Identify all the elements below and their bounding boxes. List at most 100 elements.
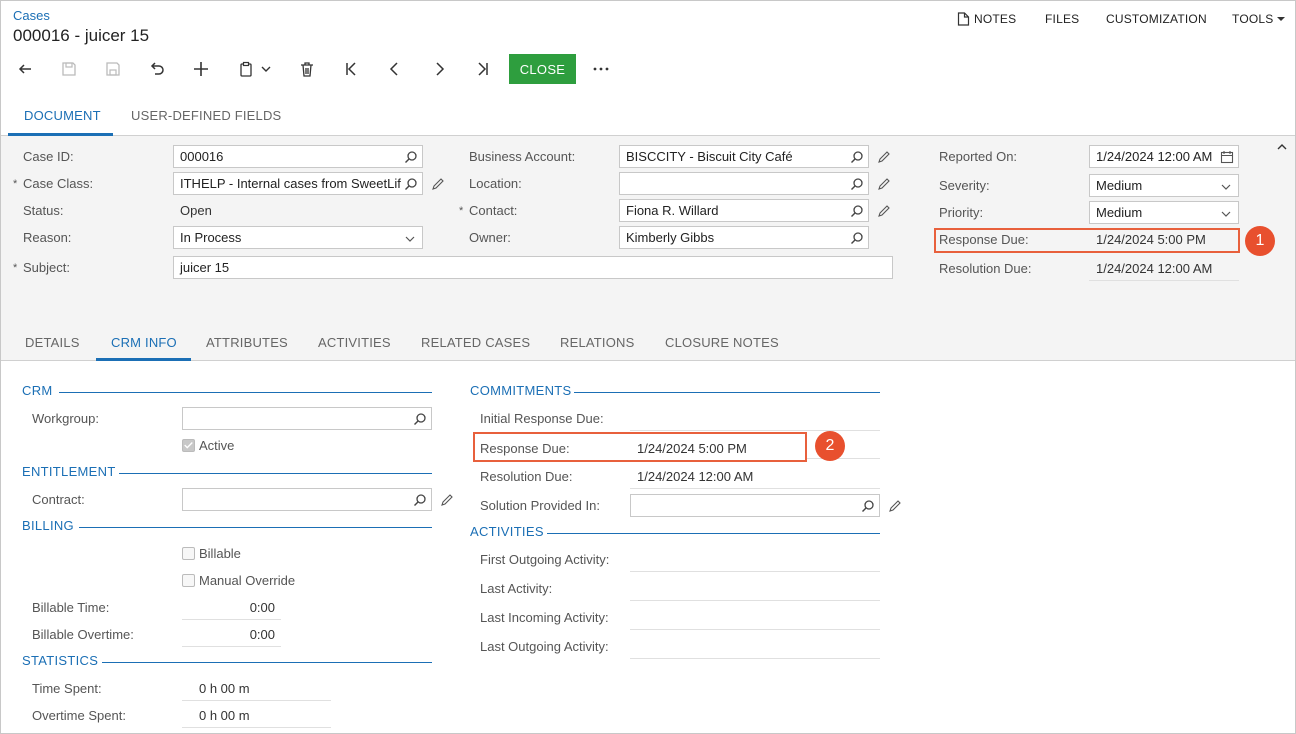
reason-label: Reason: <box>23 230 72 245</box>
search-icon[interactable] <box>850 150 864 164</box>
search-icon[interactable] <box>850 204 864 218</box>
tab-relations[interactable]: RELATIONS <box>560 335 635 350</box>
tools-button[interactable]: TOOLS <box>1232 12 1286 26</box>
subject-value: juicer 15 <box>180 260 230 275</box>
tab-details[interactable]: DETAILS <box>25 335 80 350</box>
customization-label: CUSTOMIZATION <box>1106 12 1207 26</box>
collapse-chevron-up-icon[interactable] <box>1277 142 1287 152</box>
business-account-field[interactable]: BISCCITY - Biscuit City Café <box>619 145 869 168</box>
last-outgoing-activity-label: Last Outgoing Activity: <box>480 639 609 654</box>
billing-section-title: BILLING <box>22 518 74 533</box>
undo-button[interactable] <box>144 57 170 81</box>
previous-record-button[interactable] <box>382 57 408 81</box>
workgroup-field[interactable] <box>182 407 432 430</box>
owner-field[interactable]: Kimberly Gibbs <box>619 226 869 249</box>
subject-label: Subject: <box>23 260 70 275</box>
first-record-button[interactable] <box>338 57 364 81</box>
edit-pencil-icon[interactable] <box>877 204 891 218</box>
search-icon[interactable] <box>404 177 418 191</box>
case-class-field[interactable]: ITHELP - Internal cases from SweetLif <box>173 172 423 195</box>
customization-button[interactable]: CUSTOMIZATION <box>1106 12 1207 26</box>
entitlement-section-title: ENTITLEMENT <box>22 464 116 479</box>
notes-label: NOTES <box>974 12 1017 26</box>
commitments-response-due-value: 1/24/2024 5:00 PM <box>637 441 747 456</box>
reported-on-label: Reported On: <box>939 149 1018 164</box>
case-id-value: 000016 <box>180 149 224 164</box>
search-icon[interactable] <box>413 493 427 507</box>
reason-value: In Process <box>180 230 242 245</box>
initial-response-due-label: Initial Response Due: <box>480 411 604 426</box>
priority-select[interactable]: Medium <box>1089 201 1239 224</box>
section-divider <box>119 473 432 474</box>
next-record-button[interactable] <box>426 57 452 81</box>
case-id-field[interactable]: 000016 <box>173 145 423 168</box>
location-field[interactable] <box>619 172 869 195</box>
priority-label: Priority: <box>939 205 984 220</box>
save-close-icon <box>62 62 76 76</box>
edit-pencil-icon[interactable] <box>888 499 902 513</box>
contract-field[interactable] <box>182 488 432 511</box>
breadcrumb[interactable]: Cases <box>13 8 50 23</box>
field-underline <box>630 571 880 572</box>
field-underline <box>182 700 331 701</box>
edit-pencil-icon[interactable] <box>877 177 891 191</box>
calendar-icon[interactable] <box>1220 150 1234 164</box>
delete-button[interactable] <box>294 57 320 81</box>
crm-section-title: CRM <box>22 383 53 398</box>
tab-attributes[interactable]: ATTRIBUTES <box>206 335 288 350</box>
edit-pencil-icon[interactable] <box>431 177 445 191</box>
search-icon[interactable] <box>850 177 864 191</box>
notes-button[interactable]: NOTES <box>957 12 1016 26</box>
reason-select[interactable]: In Process <box>173 226 423 249</box>
search-icon[interactable] <box>404 150 418 164</box>
save-close-button[interactable] <box>56 57 82 81</box>
tab-activities[interactable]: ACTIVITIES <box>318 335 391 350</box>
chevron-left-icon <box>389 62 398 76</box>
add-button[interactable] <box>188 57 214 81</box>
tab-crm-info[interactable]: CRM INFO <box>111 335 177 350</box>
solution-provided-label: Solution Provided In: <box>480 498 600 513</box>
tab-document[interactable]: DOCUMENT <box>24 108 101 123</box>
owner-value: Kimberly Gibbs <box>626 230 715 245</box>
owner-label: Owner: <box>469 230 511 245</box>
ellipsis-icon <box>593 67 609 71</box>
files-button[interactable]: FILES <box>1045 12 1079 26</box>
billable-overtime-value[interactable]: 0:00 <box>182 627 275 642</box>
manual-override-checkbox[interactable] <box>182 574 195 587</box>
more-actions-button[interactable] <box>588 57 614 81</box>
tab-related-cases[interactable]: RELATED CASES <box>421 335 530 350</box>
section-divider <box>547 533 880 534</box>
reported-on-field[interactable]: 1/24/2024 12:00 AM <box>1089 145 1239 168</box>
edit-pencil-icon[interactable] <box>440 493 454 507</box>
manual-override-label: Manual Override <box>199 573 296 588</box>
commitments-resolution-due-label: Resolution Due: <box>480 469 573 484</box>
active-checkbox[interactable] <box>182 439 195 452</box>
field-underline <box>182 727 331 728</box>
severity-select[interactable]: Medium <box>1089 174 1239 197</box>
search-icon[interactable] <box>413 412 427 426</box>
contact-field[interactable]: Fiona R. Willard <box>619 199 869 222</box>
save-button[interactable] <box>100 57 126 81</box>
back-button[interactable] <box>12 57 38 81</box>
close-case-button[interactable]: CLOSE <box>509 54 576 84</box>
section-divider <box>79 527 432 528</box>
billable-time-value[interactable]: 0:00 <box>182 600 275 615</box>
solution-provided-field[interactable] <box>630 494 880 517</box>
search-icon[interactable] <box>861 499 875 513</box>
tab-closure-notes[interactable]: CLOSURE NOTES <box>665 335 779 350</box>
billable-checkbox[interactable] <box>182 547 195 560</box>
last-icon <box>478 62 488 76</box>
search-icon[interactable] <box>850 231 864 245</box>
edit-pencil-icon[interactable] <box>877 150 891 164</box>
field-underline <box>182 619 281 620</box>
activities-section-title: ACTIVITIES <box>470 524 544 539</box>
copy-paste-button[interactable] <box>232 57 276 81</box>
subject-field[interactable]: juicer 15 <box>173 256 893 279</box>
billable-overtime-label: Billable Overtime: <box>32 627 134 642</box>
tab-user-defined-fields[interactable]: USER-DEFINED FIELDS <box>131 108 281 123</box>
contract-label: Contract: <box>32 492 85 507</box>
severity-value: Medium <box>1096 178 1143 193</box>
field-underline <box>630 629 880 630</box>
last-record-button[interactable] <box>470 57 496 81</box>
reported-on-value: 1/24/2024 12:00 AM <box>1096 149 1213 164</box>
